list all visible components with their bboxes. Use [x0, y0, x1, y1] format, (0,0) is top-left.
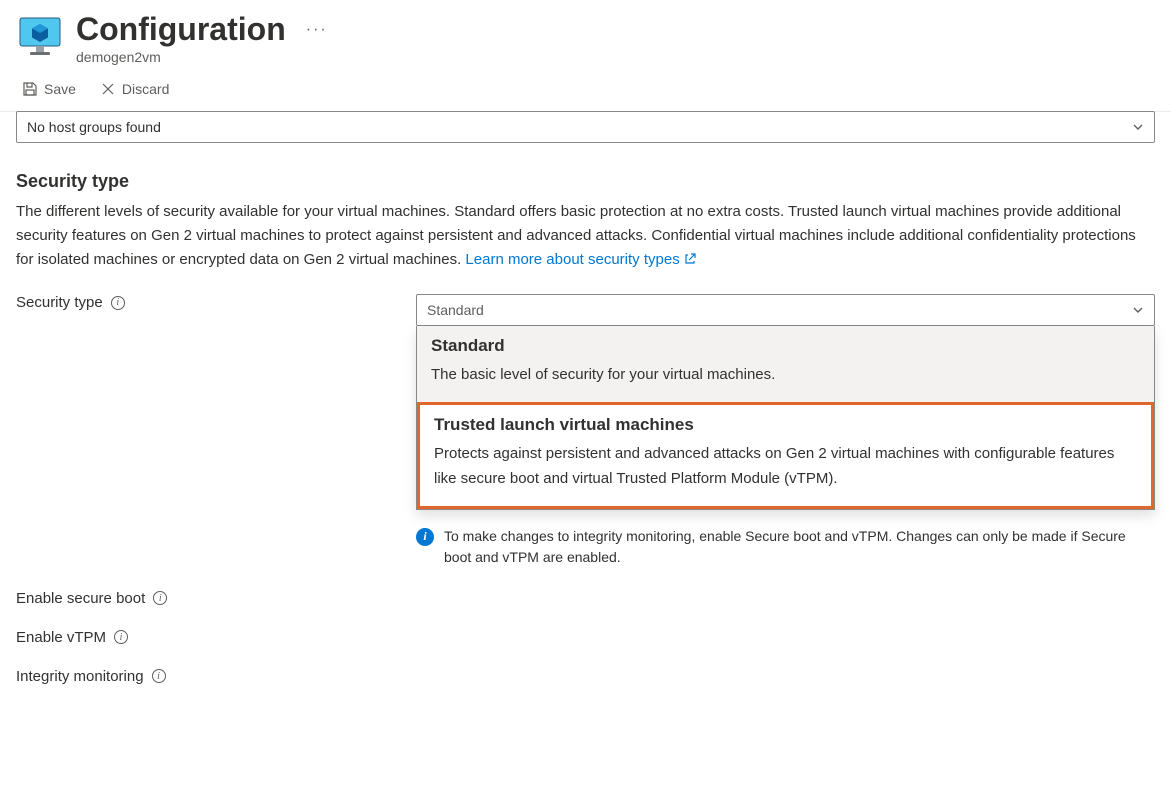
host-group-dropdown[interactable]: No host groups found: [16, 111, 1155, 143]
integrity-info-text: To make changes to integrity monitoring,…: [444, 526, 1144, 568]
security-type-dropdown[interactable]: Standard: [416, 294, 1155, 326]
vm-icon: [16, 12, 64, 60]
integrity-info-callout: i To make changes to integrity monitorin…: [416, 526, 1155, 568]
option-title: Standard: [431, 336, 1140, 356]
option-desc: The basic level of security for your vir…: [431, 362, 1140, 388]
security-type-label: Security type i: [16, 294, 416, 311]
save-button[interactable]: Save: [16, 77, 82, 101]
save-icon: [22, 81, 38, 97]
option-title: Trusted launch virtual machines: [434, 415, 1137, 435]
info-icon[interactable]: i: [114, 630, 128, 644]
option-desc: Protects against persistent and advanced…: [434, 441, 1137, 492]
command-bar: Save Discard: [0, 71, 1171, 112]
save-label: Save: [44, 81, 76, 97]
chevron-down-icon: [1132, 121, 1144, 133]
info-icon[interactable]: i: [111, 296, 125, 310]
security-type-heading: Security type: [16, 171, 1155, 192]
info-icon[interactable]: i: [153, 591, 167, 605]
page-header: Configuration ··· demogen2vm: [0, 0, 1171, 71]
page-title: Configuration: [76, 12, 286, 47]
option-standard[interactable]: Standard The basic level of security for…: [417, 326, 1154, 402]
security-type-options: Standard The basic level of security for…: [416, 326, 1155, 510]
security-type-value: Standard: [427, 302, 484, 318]
info-icon[interactable]: i: [152, 669, 166, 683]
discard-button[interactable]: Discard: [94, 77, 175, 101]
resource-name: demogen2vm: [76, 49, 332, 65]
more-menu-button[interactable]: ···: [302, 17, 332, 43]
vtpm-label: Enable vTPM i: [16, 629, 416, 646]
secure-boot-label: Enable secure boot i: [16, 590, 416, 607]
chevron-down-icon: [1132, 304, 1144, 316]
info-badge-icon: i: [416, 528, 434, 546]
close-icon: [100, 81, 116, 97]
discard-label: Discard: [122, 81, 169, 97]
option-trusted-launch[interactable]: Trusted launch virtual machines Protects…: [417, 402, 1154, 509]
host-group-value: No host groups found: [27, 119, 161, 135]
learn-more-link[interactable]: Learn more about security types: [465, 251, 695, 268]
integrity-monitoring-label: Integrity monitoring i: [16, 668, 416, 685]
security-type-description: The different levels of security availab…: [16, 200, 1155, 272]
external-link-icon: [684, 253, 696, 265]
